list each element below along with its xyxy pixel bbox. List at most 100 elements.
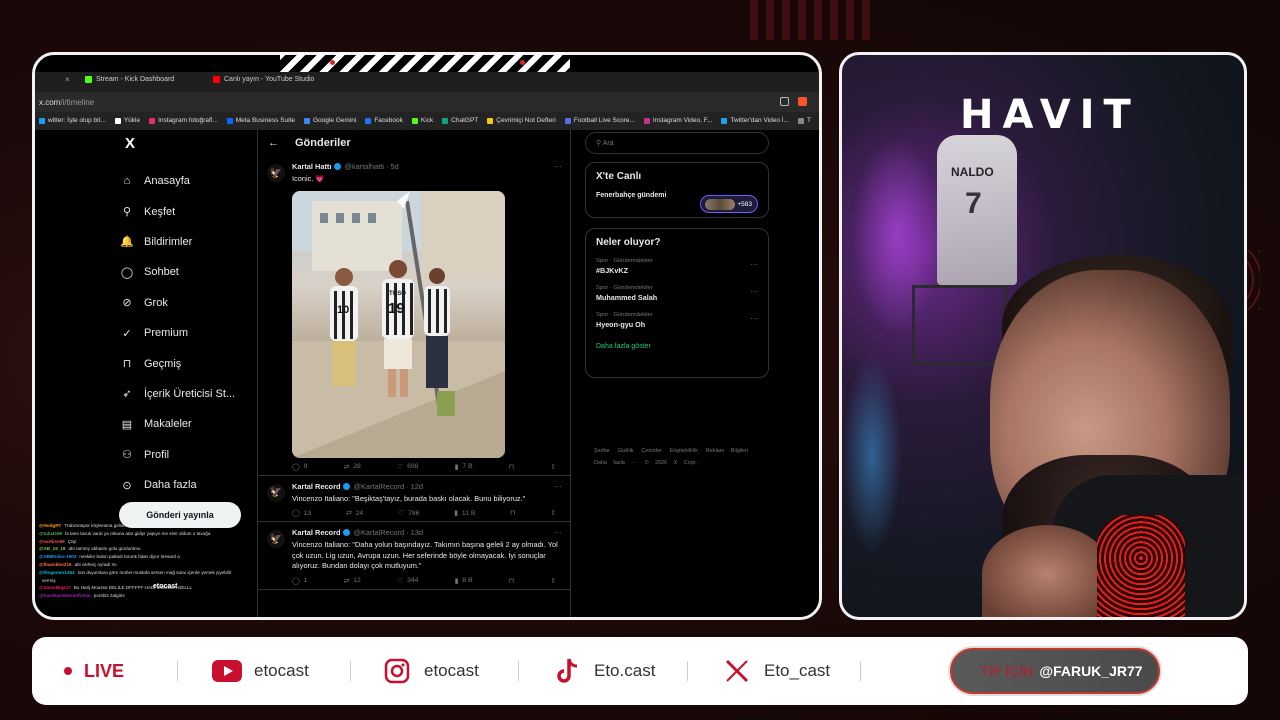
instagram-link[interactable]: etocast bbox=[382, 637, 479, 705]
sidebar-item-article[interactable]: ▤ Makaleler bbox=[120, 409, 235, 439]
sidebar-item-home[interactable]: ⌂ Anasayfa bbox=[120, 166, 235, 196]
footer-link[interactable]: Gizlilik bbox=[618, 445, 634, 457]
bookmark-item[interactable]: Yükle bbox=[114, 117, 140, 124]
share-button[interactable]: ⇧ bbox=[550, 463, 556, 471]
bookmark-item[interactable]: Kick bbox=[411, 117, 433, 124]
tweet-text: Iconic. 💗 bbox=[292, 174, 325, 183]
eagle-avatar-icon[interactable]: 🦅 bbox=[267, 483, 285, 502]
bookmark-item[interactable]: ChatGPT bbox=[442, 117, 478, 124]
more-icon[interactable]: ··· bbox=[750, 314, 758, 323]
chat-message: @ABBhobo-1903 neskiler balon patladı toru… bbox=[39, 553, 269, 561]
like-button[interactable]: ♡ 698 bbox=[397, 463, 418, 471]
tweet-author[interactable]: Kartal Record bbox=[292, 482, 340, 491]
tweet-photo[interactable]: 10 TOSO 19 bbox=[292, 190, 505, 458]
show-more-link[interactable]: Daha fazla göster bbox=[596, 343, 768, 350]
search-input[interactable]: ⚲ Ara bbox=[585, 132, 769, 154]
footer-link[interactable]: Şartlar bbox=[594, 445, 610, 457]
bookmark-favicon-icon bbox=[721, 117, 728, 124]
back-arrow-icon[interactable]: ← bbox=[268, 137, 279, 149]
tweet-handle[interactable]: @KartalRecord · 13d bbox=[353, 528, 423, 537]
tweet-author[interactable]: Kartal Record bbox=[292, 528, 340, 537]
tweet-handle[interactable]: @kartalhatti · 5d bbox=[344, 162, 398, 171]
footer-link[interactable]: © 2026 X Corp. bbox=[645, 457, 697, 469]
repost-button[interactable]: ⇄ 28 bbox=[344, 463, 361, 471]
bookmark-item[interactable]: Twitter'dan Video İ... bbox=[721, 117, 789, 124]
bookmark-item[interactable]: Instagram Video, F... bbox=[643, 117, 712, 124]
chat-username[interactable]: @ABBhobo-1903 bbox=[39, 554, 76, 559]
live-listeners-pill[interactable]: +583 bbox=[700, 195, 758, 213]
bookmark-item[interactable]: Facebook bbox=[365, 117, 403, 124]
more-icon[interactable]: ··· bbox=[750, 260, 758, 269]
tweet-handle[interactable]: @KartalRecord · 12d bbox=[353, 482, 423, 491]
like-button[interactable]: ♡ 786 bbox=[398, 509, 419, 518]
brave-icon[interactable] bbox=[798, 97, 807, 106]
more-icon[interactable]: ··· bbox=[554, 482, 562, 491]
more-icon[interactable]: ··· bbox=[554, 528, 562, 537]
youtube-link[interactable]: etocast bbox=[212, 637, 309, 705]
sidebar-item-bell[interactable]: 🔔 Bildirimler bbox=[120, 227, 235, 257]
trend-item[interactable]: Spor · Gündemdekiler Muhammed Salah ··· bbox=[596, 285, 758, 302]
bookmark-item[interactable]: Meta Business Suite bbox=[226, 117, 295, 124]
trend-item[interactable]: Spor · Gündemdekiler #BJKvKZ ··· bbox=[596, 258, 758, 275]
live-card[interactable]: X'te Canlı Fenerbahçe gündemi +583 bbox=[585, 162, 769, 218]
views-button[interactable]: ▮ 11 B bbox=[454, 509, 475, 518]
repost-button[interactable]: ⇄ 24 bbox=[346, 509, 363, 518]
chat-username[interactable]: @thanskbo216 bbox=[39, 562, 72, 567]
footer-link[interactable]: Erişilebilirlik bbox=[670, 445, 698, 457]
bookmark-button[interactable]: ⊓ bbox=[510, 509, 515, 517]
reply-button[interactable]: ◯ 1 bbox=[292, 577, 307, 585]
bookmark-item[interactable]: T bbox=[797, 117, 811, 124]
eagle-avatar-icon[interactable]: 🦅 bbox=[267, 164, 285, 182]
bookmark-item[interactable]: Google Gemini bbox=[303, 117, 356, 124]
tip-badge[interactable]: TİP İÇİN @FARUK_JR77 bbox=[950, 648, 1160, 694]
x-link[interactable]: Eto_cast bbox=[722, 637, 830, 705]
chat-username[interactable]: @hlogomer1454 bbox=[39, 570, 75, 575]
share-button[interactable]: ⇧ bbox=[550, 577, 556, 585]
tab-kick[interactable]: Stream - Kick Dashboard bbox=[85, 76, 174, 83]
tab-youtube[interactable]: Canlı yayın - YouTube Studio bbox=[213, 76, 314, 83]
sidebar-item-search[interactable]: ⚲ Keşfet bbox=[120, 196, 235, 226]
bookmark-item[interactable]: Football Live Score... bbox=[564, 117, 635, 124]
views-button[interactable]: ▮ 8 B bbox=[455, 577, 473, 585]
tiktok-link[interactable]: Eto.cast bbox=[552, 637, 655, 705]
bookmark-button[interactable]: ⊓ bbox=[509, 463, 514, 471]
more-icon[interactable]: ··· bbox=[554, 162, 562, 171]
tweet[interactable]: 🦅 Kartal Record @KartalRecord · 12d ··· V… bbox=[258, 476, 570, 522]
reply-button[interactable]: ◯ 9 bbox=[292, 463, 307, 471]
tweet[interactable]: 🦅 Kartal Record @KartalRecord · 13d ··· V… bbox=[258, 522, 570, 590]
tweet[interactable]: 🦅 Kartal Hattı @kartalhatti · 5d ··· Icon… bbox=[258, 156, 570, 476]
sidebar-item-rocket[interactable]: ➶ İçerik Üreticisi St... bbox=[120, 379, 235, 409]
address-bar[interactable]: x.com/i/timeline bbox=[35, 92, 819, 112]
footer-link[interactable]: Reklam Bilgileri bbox=[706, 445, 748, 457]
bookmark-item[interactable]: witter: İşte olup bit... bbox=[39, 117, 106, 124]
sidebar-item-bookmark[interactable]: ⊓ Geçmiş bbox=[120, 348, 235, 378]
like-button[interactable]: ♡ 344 bbox=[397, 577, 418, 585]
reply-button[interactable]: ◯ 13 bbox=[292, 509, 311, 518]
chat-username[interactable]: @tulu4199 bbox=[39, 531, 62, 536]
views-button[interactable]: ▮ 7 B bbox=[455, 463, 473, 471]
chat-username[interactable]: @Kardeşimbenimfirmio bbox=[39, 593, 91, 598]
tweet-author[interactable]: Kartal Hattı bbox=[292, 162, 331, 171]
sidebar-item-more[interactable]: ⊙ Daha fazla bbox=[120, 470, 235, 500]
sidebar-item-profile[interactable]: ⚇ Profil bbox=[120, 440, 235, 470]
trend-item[interactable]: Spor · Gündemdekiler Hyeon-gyu Oh ··· bbox=[596, 312, 758, 329]
close-tab-icon[interactable]: × bbox=[65, 75, 70, 84]
sidebar-item-chat[interactable]: ◯ Sohbet bbox=[120, 257, 235, 287]
footer-link[interactable]: Daha fazla ··· bbox=[594, 457, 637, 469]
chat-username[interactable]: @AB_19_19 bbox=[39, 546, 65, 551]
chat-username[interactable]: @HodgRT bbox=[39, 523, 61, 528]
sidebar-item-grok[interactable]: ⊘ Grok bbox=[120, 288, 235, 318]
chat-username[interactable]: @vartiiss69 bbox=[39, 539, 65, 544]
sidebar-item-premium[interactable]: ✓ Premium bbox=[120, 318, 235, 348]
cast-icon[interactable] bbox=[780, 97, 789, 106]
footer-link[interactable]: Çerezler bbox=[641, 445, 661, 457]
x-logo[interactable]: X bbox=[125, 135, 135, 152]
share-button[interactable]: ⇧ bbox=[550, 509, 556, 517]
bookmark-item[interactable]: Instagram fotoğrafl... bbox=[149, 117, 218, 124]
repost-button[interactable]: ⇄ 12 bbox=[344, 577, 361, 585]
eagle-avatar-icon[interactable]: 🦅 bbox=[267, 530, 285, 548]
chat-username[interactable]: @SametEge17 bbox=[39, 585, 71, 590]
bookmark-button[interactable]: ⊓ bbox=[509, 577, 514, 585]
more-icon[interactable]: ··· bbox=[750, 287, 758, 296]
bookmark-item[interactable]: Çevrimiçi Not Defteri bbox=[487, 117, 556, 124]
